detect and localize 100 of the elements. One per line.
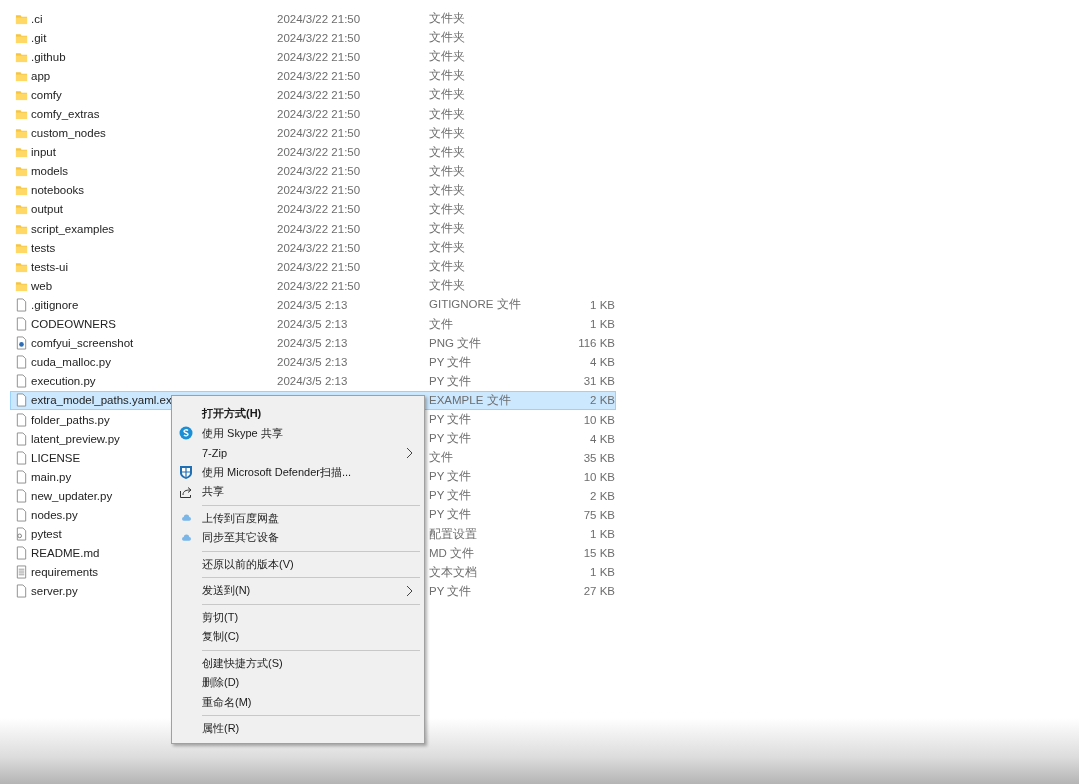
file-type: 文件夹 — [429, 68, 466, 84]
file-name[interactable]: comfy — [31, 88, 62, 101]
cloud-icon — [182, 514, 191, 523]
file-name[interactable]: web — [31, 279, 53, 292]
file-name[interactable]: latent_preview.py — [31, 432, 120, 445]
menu-item[interactable]: 创建快捷方式(S) — [174, 653, 422, 673]
file-name[interactable]: pytest — [31, 528, 62, 541]
file-type: 文件夹 — [429, 49, 466, 65]
file-type: 文件夹 — [429, 163, 466, 179]
file-name[interactable]: new_updater.py — [31, 489, 113, 502]
menu-item[interactable]: 剪切(T) — [174, 607, 422, 627]
file-type: PY 文件 — [429, 431, 473, 447]
file-size: 31 KB — [582, 375, 615, 388]
file-type: 文件夹 — [429, 202, 466, 217]
file-size: 4 KB — [589, 432, 615, 445]
file-name[interactable]: comfyui_screenshot — [31, 337, 134, 350]
file-name[interactable]: CODEOWNERS — [31, 318, 116, 331]
file-name[interactable]: LICENSE — [31, 451, 81, 464]
text-file-icon — [15, 565, 28, 580]
file-name[interactable]: script_examples — [31, 222, 115, 235]
file-type: 配置设置 — [429, 526, 478, 542]
menu-item[interactable]: 上传到百度网盘 — [174, 508, 422, 528]
file-icon — [15, 584, 28, 599]
file-name[interactable]: .github — [31, 50, 66, 63]
file-name[interactable]: app — [31, 69, 51, 82]
file-icon — [15, 488, 28, 503]
file-type: 文件夹 — [429, 87, 466, 103]
cloud-icon — [182, 533, 191, 542]
file-type: PY 文件 — [429, 373, 473, 389]
file-name[interactable]: notebooks — [31, 184, 85, 197]
file-type: EXAMPLE 文件 — [429, 392, 512, 408]
file-date: 2024/3/22 21:50 — [277, 222, 362, 235]
file-type: 文件夹 — [429, 125, 466, 141]
menu-item[interactable]: 还原以前的版本(V) — [174, 554, 422, 574]
file-name[interactable]: execution.py — [31, 375, 96, 388]
file-name[interactable]: folder_paths.py — [31, 413, 110, 426]
file-name[interactable]: custom_nodes — [31, 127, 106, 140]
file-type: PY 文件 — [429, 469, 473, 485]
menu-item[interactable]: 重命名(M) — [174, 692, 422, 712]
file-size: 35 KB — [582, 451, 615, 464]
file-type: PY 文件 — [429, 488, 473, 504]
file-name[interactable]: models — [31, 165, 69, 178]
folder-icon — [15, 164, 28, 179]
file-type: 文件夹 — [429, 11, 466, 27]
file-name[interactable]: README.md — [31, 547, 100, 560]
share-icon — [179, 484, 193, 499]
file-date: 2024/3/22 21:50 — [277, 241, 362, 254]
file-name[interactable]: .gitignore — [31, 298, 79, 311]
file-name[interactable]: nodes.py — [31, 509, 78, 521]
file-date: 2024/3/22 21:50 — [277, 184, 362, 197]
file-name[interactable]: .git — [31, 31, 47, 44]
file-size: 10 KB — [582, 413, 615, 426]
menu-item[interactable]: 使用 Microsoft Defender扫描... — [174, 462, 422, 482]
folder-icon — [15, 202, 28, 217]
menu-item[interactable]: 发送到(N) — [174, 581, 422, 601]
file-date: 2024/3/22 21:50 — [277, 31, 362, 44]
file-name[interactable]: comfy_extras — [31, 108, 100, 120]
file-type: 文件夹 — [429, 144, 466, 160]
file-name[interactable]: tests — [31, 241, 56, 254]
file-size: 75 KB — [582, 509, 615, 521]
menu-item[interactable]: 属性(R) — [174, 719, 422, 739]
file-date: 2024/3/5 2:13 — [277, 356, 349, 369]
menu-item[interactable]: 同步至其它设备 — [174, 528, 422, 548]
file-name[interactable]: cuda_malloc.py — [31, 356, 111, 369]
file-icon — [15, 450, 28, 465]
file-date: 2024/3/22 21:50 — [277, 165, 362, 178]
file-name[interactable]: main.py — [31, 470, 72, 483]
file-date: 2024/3/22 21:50 — [277, 69, 362, 82]
file-date: 2024/3/22 21:50 — [277, 88, 362, 101]
config-file-icon — [15, 527, 28, 542]
file-name[interactable]: output — [31, 203, 63, 216]
menu-item[interactable]: 打开方式(H) — [174, 404, 422, 424]
file-date: 2024/3/22 21:50 — [277, 127, 362, 140]
file-type: 文件 — [429, 316, 454, 332]
file-name[interactable]: .ci — [31, 12, 43, 25]
menu-item[interactable]: 共享 — [174, 482, 422, 502]
file-type: PY 文件 — [429, 412, 473, 427]
file-name[interactable]: input — [31, 146, 56, 159]
file-type: MD 文件 — [429, 545, 476, 561]
file-type: 文件 — [429, 450, 454, 466]
file-type: 文件夹 — [429, 240, 466, 256]
file-date: 2024/3/5 2:13 — [277, 337, 349, 350]
file-date: 2024/3/22 21:50 — [277, 50, 362, 63]
shield-icon — [179, 465, 193, 480]
menu-item[interactable]: 删除(D) — [174, 673, 422, 693]
file-type: GITIGNORE 文件 — [429, 297, 522, 313]
menu-item[interactable]: 复制(C) — [174, 627, 422, 647]
menu-item[interactable]: 7-Zip — [174, 443, 422, 463]
menu-item[interactable]: 使用 Skype 共享 — [174, 423, 422, 443]
file-date: 2024/3/5 2:13 — [277, 375, 349, 388]
file-type: PNG 文件 — [429, 335, 483, 351]
file-name[interactable]: requirements — [31, 566, 99, 579]
file-size: 116 KB — [577, 337, 615, 350]
file-name[interactable]: extra_model_paths.yaml.ex — [31, 394, 172, 407]
file-name[interactable]: server.py — [31, 585, 78, 598]
file-date: 2024/3/5 2:13 — [277, 318, 349, 331]
file-name[interactable]: tests-ui — [31, 260, 69, 273]
file-icon — [15, 393, 28, 408]
file-type: PY 文件 — [429, 507, 473, 523]
file-type: 文件夹 — [429, 30, 466, 46]
